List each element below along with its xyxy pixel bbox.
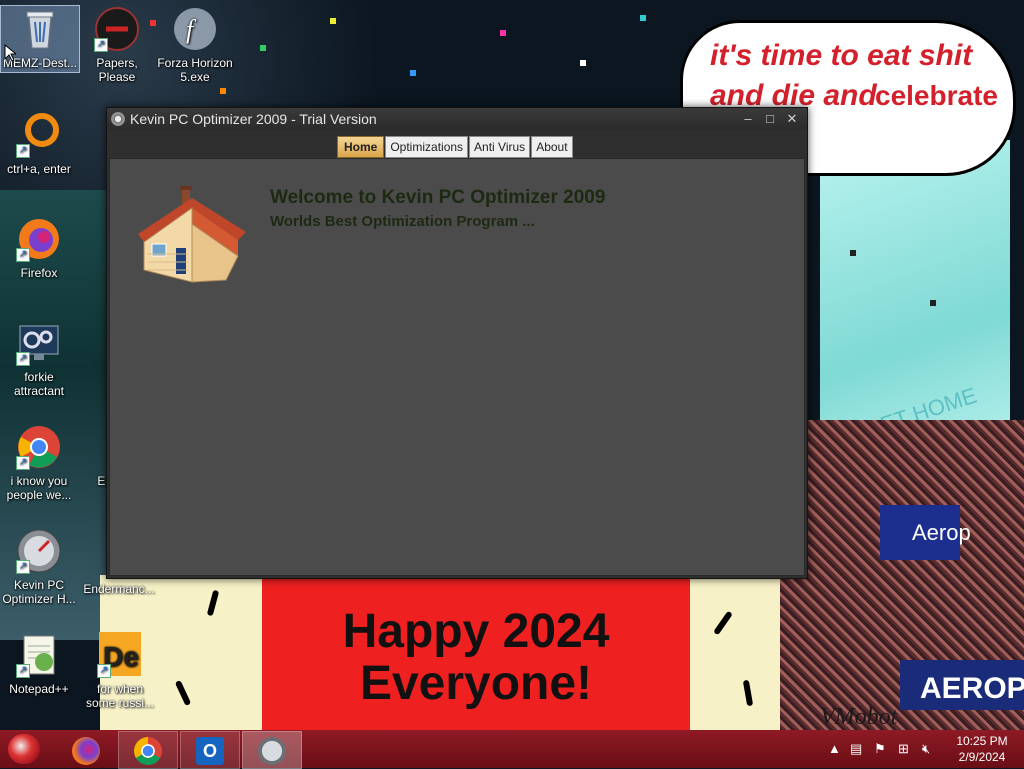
desktop-icon-kevin-optimizer[interactable]: ↗ Kevin PC Optimizer H...: [0, 528, 78, 606]
confetti: [220, 88, 226, 94]
shortcut-arrow-icon: ↗: [16, 664, 30, 678]
optimizer-window: Kevin PC Optimizer 2009 - Trial Version …: [106, 107, 808, 579]
banner-line-1: Happy 2024: [342, 605, 610, 658]
desktop-icon-forza[interactable]: f Forza Horizon 5.exe: [156, 6, 234, 84]
wallpaper-sign-aero: Aerop: [912, 520, 971, 545]
recycle-bin-icon: [17, 6, 63, 52]
confetti: [580, 60, 586, 66]
desktop-icon-label: Firefox: [20, 266, 58, 280]
notepad-plus-icon: ↗: [16, 632, 62, 678]
shortcut-arrow-icon: ↗: [16, 456, 30, 470]
shortcut-arrow-icon: ↗: [16, 248, 30, 262]
shortcut-arrow-icon: ↗: [16, 560, 30, 574]
outlook-icon: O: [196, 737, 224, 765]
desktop-icon-chrome[interactable]: ↗ i know you people we...: [0, 424, 78, 502]
house-icon: [130, 184, 250, 294]
taskbar-outlook[interactable]: O: [180, 731, 240, 769]
chrome-icon: ↗: [16, 424, 62, 470]
desktop-icon-notepad[interactable]: ↗ Notepad++: [0, 632, 78, 696]
desktop-icon-label: i know you people we...: [6, 474, 72, 502]
close-button[interactable]: ✕: [783, 110, 801, 128]
confetti: [500, 30, 506, 36]
speedometer-icon: ↗: [16, 528, 62, 574]
bubble-overlay-text: celebrate: [875, 80, 998, 111]
flash-player-icon: f: [172, 6, 218, 52]
confetti: [850, 250, 856, 256]
maximize-button[interactable]: □: [761, 110, 779, 128]
desktop-icon-label: for when some russi...: [85, 682, 154, 710]
shortcut-arrow-icon: ↗: [97, 664, 111, 678]
shortcut-arrow-icon: ↗: [16, 144, 30, 158]
chrome-icon: [134, 737, 162, 765]
papers-please-icon: ↗: [94, 6, 140, 52]
tab-anti-virus[interactable]: Anti Virus: [469, 136, 531, 158]
mouse-cursor-icon: [4, 44, 16, 62]
taskbar: O ▲ ▤ ⚑ ⊞ 🔇︎ 10:25 PM 2/9/2024: [0, 730, 1024, 769]
tab-home[interactable]: Home: [337, 136, 385, 158]
app-icon: [111, 112, 125, 126]
bubble-line-1: it's time to eat shit: [710, 39, 973, 72]
minimize-button[interactable]: –: [739, 110, 757, 128]
desktop-icon-forkie[interactable]: ↗ forkie attractant: [0, 320, 78, 398]
welcome-subtitle: Worlds Best Optimization Program ...: [270, 213, 535, 230]
confetti: [260, 45, 266, 51]
action-center-icon[interactable]: ▤: [850, 741, 862, 757]
confetti: [410, 70, 416, 76]
taskbar-clock[interactable]: 10:25 PM 2/9/2024: [948, 733, 1016, 765]
desktop-icon-label: Papers, Please: [96, 56, 138, 84]
confetti: [640, 15, 646, 21]
start-button[interactable]: [8, 734, 40, 764]
wallpaper-sign-aero2: AEROPOS: [920, 672, 1024, 705]
banner-line-2: Everyone!: [359, 657, 593, 710]
desktop-icon-label: Forza Horizon 5.exe: [157, 56, 233, 84]
confetti: [330, 18, 336, 24]
taskbar-chrome[interactable]: [118, 731, 178, 769]
system-tray: ▲ ▤ ⚑ ⊞ 🔇︎: [826, 730, 946, 768]
welcome-heading: Welcome to Kevin PC Optimizer 2009: [270, 187, 606, 208]
de-icon: De ↗: [97, 632, 143, 678]
window-title: Kevin PC Optimizer 2009 - Trial Version: [130, 111, 377, 127]
kevin-optimizer-icon: [258, 737, 286, 765]
window-titlebar[interactable]: Kevin PC Optimizer 2009 - Trial Version …: [107, 108, 807, 130]
wallpaper-graffiti: VMobot: [820, 704, 898, 730]
flag-icon[interactable]: ⚑: [874, 741, 886, 757]
orange-ring-icon: ↗: [16, 112, 62, 158]
taskbar-kevin-optimizer[interactable]: [242, 731, 302, 769]
up-arrow-icon[interactable]: ▲: [828, 741, 841, 756]
desktop-icon-label: Endermanc...: [83, 582, 155, 596]
settings-monitor-icon: ↗: [16, 320, 62, 366]
desktop-icon-ctrl-a[interactable]: ↗ ctrl+a, enter: [0, 112, 78, 176]
network-icon[interactable]: ⊞: [898, 741, 909, 757]
desktop-icon-label: Kevin PC Optimizer H...: [2, 578, 76, 606]
tab-bar: Home Optimizations Anti Virus About: [337, 136, 574, 158]
volume-muted-icon[interactable]: 🔇︎: [922, 741, 930, 757]
desktop-icon-papers-please[interactable]: ↗ Papers, Please: [78, 6, 156, 84]
desktop-icon-de[interactable]: De ↗ for when some russi...: [81, 632, 159, 710]
desktop-icon-label: ctrl+a, enter: [7, 162, 71, 176]
clock-time: 10:25 PM: [956, 734, 1008, 748]
desktop-icon-label: forkie attractant: [13, 370, 65, 398]
home-panel: Welcome to Kevin PC Optimizer 2009 World…: [109, 158, 805, 576]
firefox-icon: ↗: [16, 216, 62, 262]
tab-optimizations[interactable]: Optimizations: [385, 136, 469, 158]
taskbar-firefox[interactable]: [56, 731, 116, 769]
wallpaper-banner-text: Happy 2024 Everyone!: [262, 606, 690, 710]
tab-about[interactable]: About: [531, 136, 573, 158]
firefox-icon: [72, 737, 100, 765]
desktop-icon-firefox[interactable]: ↗ Firefox: [0, 216, 78, 280]
desktop-icon-memz[interactable]: MEMZ-Dest...: [0, 5, 80, 73]
clock-date: 2/9/2024: [958, 750, 1006, 764]
confetti: [930, 300, 936, 306]
desktop-icon-label: Notepad++: [9, 682, 69, 696]
shortcut-arrow-icon: ↗: [94, 38, 108, 52]
shortcut-arrow-icon: ↗: [16, 352, 30, 366]
